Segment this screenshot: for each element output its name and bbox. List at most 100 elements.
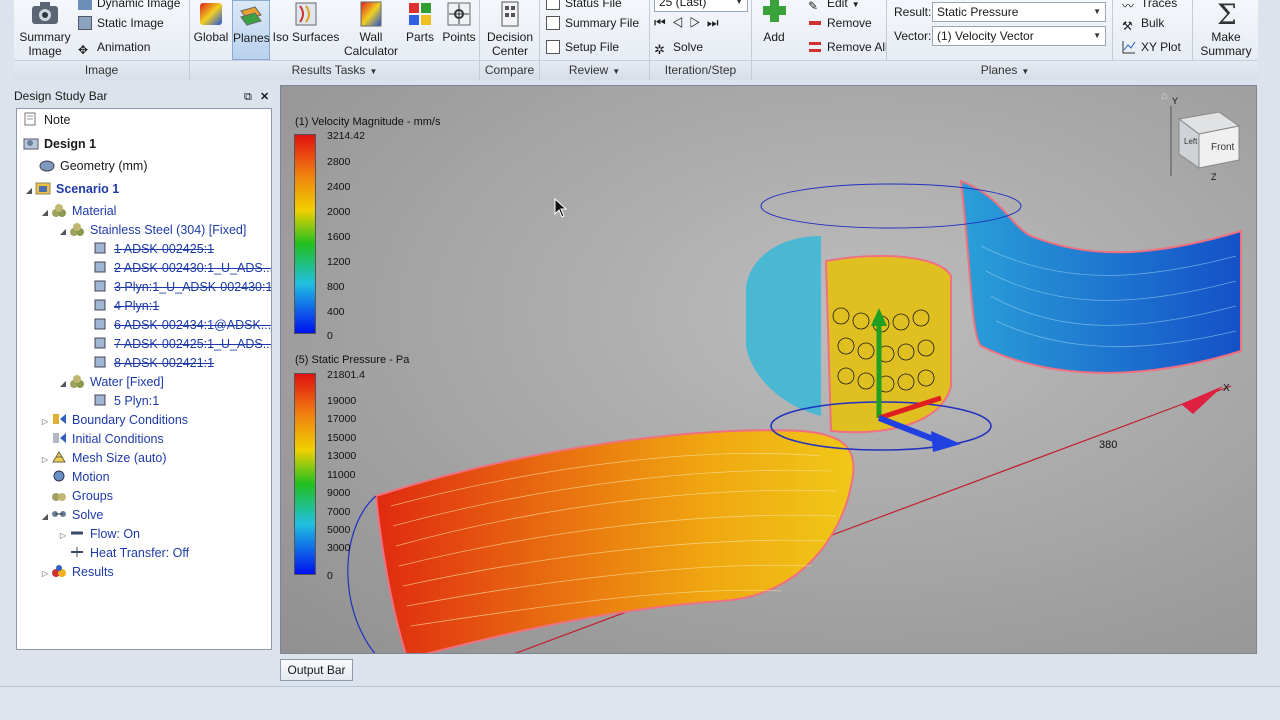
review-group-label[interactable]: Review ▼ [540,60,649,80]
parts-label: Parts [405,30,434,44]
status-file-button[interactable]: Status File [546,0,622,12]
expand-icon[interactable]: ▷ [39,450,51,469]
tree-item-initial-conditions[interactable]: Initial Conditions [51,430,164,449]
tree-item-results[interactable]: ▷ Results [39,563,114,582]
sigma-icon: Σ [1217,0,1237,28]
velocity-legend-label: 800 [327,281,345,293]
tree-item-geometry[interactable]: Geometry (mm) [39,157,148,176]
results-tasks-label[interactable]: Results Tasks ▼ [190,60,479,80]
tree-item-material[interactable]: ◢ Material [39,202,116,221]
tree-item-part[interactable]: 3 Plyn:1_U_ADSK-002430:1 [93,278,271,297]
tree-item-solve[interactable]: ◢ Solve [39,506,103,525]
tree-item-design[interactable]: Design 1 [23,135,96,154]
iteration-combo[interactable]: 25 (Last) ▼ [654,0,748,12]
close-icon[interactable]: ✕ [260,88,269,106]
tree-item-part[interactable]: 2 ADSK-002430:1_U_ADS... [93,259,271,278]
axis-x-label: X [1223,383,1230,394]
vector-combo[interactable]: (1) Velocity Vector ▼ [932,26,1106,46]
file-icon [546,0,560,10]
dynamic-image-button[interactable]: Dynamic Image [78,0,180,12]
remove-plane-button[interactable]: Remove [808,14,872,32]
expand-icon[interactable]: ▷ [39,564,51,583]
collapse-icon[interactable]: ◢ [39,203,51,222]
animation-button[interactable]: ✥ Animation [78,38,150,57]
wall-calculator-button[interactable]: Wall Calculator [342,0,400,60]
home-view-icon[interactable]: ⌂ [1161,90,1168,102]
animation-icon: ✥ [78,43,89,57]
remove-all-icon [808,40,822,54]
tree-item-part[interactable]: 7 ADSK-002425:1_U_ADS... [93,335,271,354]
pressure-legend-label: 3000 [327,542,351,554]
pressure-color-bar [294,373,316,575]
tree-item-motion[interactable]: Motion [51,468,110,487]
setup-file-button[interactable]: Setup File [546,38,619,56]
result-combo[interactable]: Static Pressure ▼ [932,2,1106,22]
parts-button[interactable]: Parts [402,0,438,60]
expand-icon[interactable]: ▷ [39,412,51,431]
next-step-icon[interactable]: ▷ [689,15,707,30]
divider [1112,0,1113,60]
tree-item-heat-transfer[interactable]: Heat Transfer: Off [69,544,189,563]
design-icon [23,136,39,150]
tree-item-mesh-size[interactable]: ▷ Mesh Size (auto) [39,449,167,469]
tree-item-groups[interactable]: Groups [51,487,113,506]
part-icon [93,241,109,255]
float-icon[interactable]: ⧉ [244,88,252,106]
static-image-icon [78,16,92,30]
velocity-legend-label: 3214.42 [327,130,365,142]
summary-file-button[interactable]: Summary File [546,14,639,32]
dropdown-arrow-icon: ▼ [1021,67,1030,76]
static-image-button[interactable]: Static Image [78,14,164,32]
design-study-tree: Note Design 1 Geometry (mm) ◢ Scenario 1 … [16,108,272,650]
pressure-legend-label: 21801.4 [327,369,365,381]
add-icon [763,0,786,22]
pressure-legend-label: 11000 [327,469,356,481]
make-summary-button[interactable]: Σ Make Summary [1196,0,1256,60]
last-step-icon[interactable]: ⏭ [707,15,725,30]
view-cube-front-label: Front [1211,142,1235,153]
global-button[interactable]: Global [192,0,230,60]
tree-item-part[interactable]: 5 Plyn:1 [93,392,159,411]
previous-step-icon[interactable]: ◁ [672,15,690,30]
flow-icon [69,526,85,540]
part-icon [93,260,109,274]
iso-surfaces-button[interactable]: Iso Surfaces [272,0,340,60]
view-cube[interactable]: Front Left Y Z [1170,96,1241,182]
xy-plot-icon [1122,40,1136,54]
tree-item-part[interactable]: 8 ADSK-002421:1 [93,354,214,373]
tree-item-part[interactable]: 6 ADSK-002434:1@ADSK... [93,316,271,335]
output-bar-button[interactable]: Output Bar [280,659,353,681]
graphics-viewport[interactable]: X 380 Front Left Y Z ⌂ (1) Velocity Magn… [280,85,1257,654]
setup-file-icon [546,40,560,54]
summary-image-button[interactable]: Summary Image [16,0,74,60]
collapse-icon[interactable]: ◢ [57,222,69,241]
tree-item-scenario[interactable]: ◢ Scenario 1 [23,180,119,199]
tree-item-water[interactable]: ◢ Water [Fixed] [57,373,164,392]
edit-plane-button[interactable]: ✎ Edit ▼ [808,0,860,13]
tree-item-note[interactable]: Note [23,111,70,130]
decision-center-button[interactable]: Decision Center [482,0,538,60]
summary-file-icon [546,16,560,30]
collapse-icon[interactable]: ◢ [39,507,51,526]
collapse-icon[interactable]: ◢ [57,374,69,393]
first-step-icon[interactable]: ⏮ [654,15,672,30]
add-plane-button[interactable]: Add [756,0,792,60]
pressure-legend-label: 13000 [327,450,357,462]
tree-item-part[interactable]: 4 Plyn:1 [93,297,159,316]
tree-item-stainless-steel[interactable]: ◢ Stainless Steel (304) [Fixed] [57,221,246,240]
traces-button[interactable]: 〰 Traces [1122,0,1177,13]
xy-plot-button[interactable]: XY Plot [1122,38,1181,56]
solve-button[interactable]: ✲ Solve [654,38,703,57]
material-icon [69,222,85,236]
valve-inlet-chamber [746,236,821,416]
planes-button[interactable]: Planes [232,0,270,60]
tree-item-flow[interactable]: ▷ Flow: On [57,525,140,544]
tree-item-part[interactable]: 1 ADSK-002425:1 [93,240,214,259]
bulk-button[interactable]: ⚒ Bulk [1122,14,1164,33]
points-button[interactable]: Points [440,0,478,60]
expand-icon[interactable]: ▷ [57,526,69,545]
planes-group-label[interactable]: Planes ▼ [752,60,1258,80]
remove-all-planes-button[interactable]: Remove All [808,38,888,56]
tree-item-boundary-conditions[interactable]: ▷ Boundary Conditions [39,411,188,430]
collapse-icon[interactable]: ◢ [23,181,35,200]
